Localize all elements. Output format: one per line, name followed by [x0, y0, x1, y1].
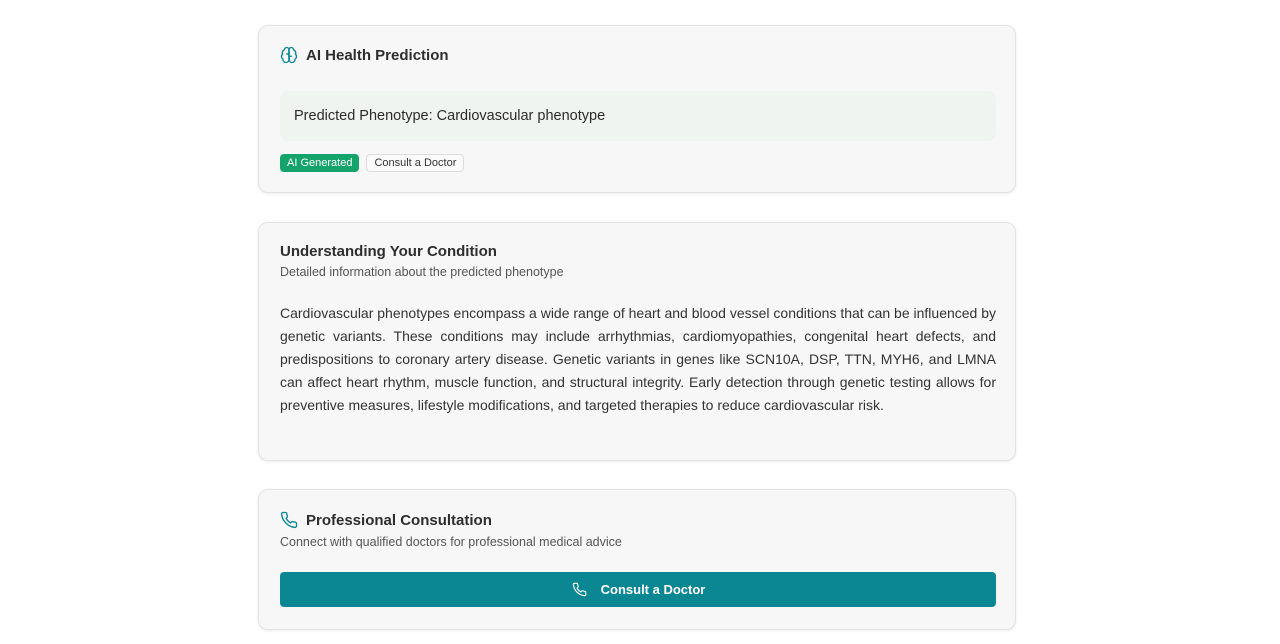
understanding-title: Understanding Your Condition — [280, 243, 497, 260]
consult-doctor-button[interactable]: Consult a Doctor — [280, 572, 996, 607]
predicted-phenotype-text: Predicted Phenotype: Cardiovascular phen… — [294, 108, 606, 124]
phone-icon — [571, 581, 589, 599]
consultation-header: Professional Consultation — [280, 511, 492, 529]
ai-prediction-card: AI Health Prediction Predicted Phenotype… — [258, 25, 1016, 193]
phone-icon — [280, 511, 298, 529]
consult-doctor-button-label: Consult a Doctor — [600, 582, 706, 597]
understanding-condition-card: Understanding Your Condition Detailed in… — [258, 222, 1016, 461]
ai-generated-badge: AI Generated — [280, 154, 360, 172]
professional-consultation-card: Professional Consultation Connect with q… — [258, 489, 1016, 630]
condition-description: Cardiovascular phenotypes encompass a wi… — [280, 305, 997, 413]
understanding-subtitle: Detailed information about the predicted… — [280, 265, 564, 279]
brain-icon — [280, 46, 298, 64]
badge-row: AI Generated Consult a Doctor — [280, 154, 465, 172]
consultation-subtitle: Connect with qualified doctors for profe… — [280, 535, 622, 549]
predicted-phenotype-box: Predicted Phenotype: Cardiovascular phen… — [280, 91, 996, 141]
ai-prediction-header: AI Health Prediction — [280, 46, 449, 64]
consult-doctor-badge: Consult a Doctor — [366, 154, 465, 172]
ai-prediction-title: AI Health Prediction — [306, 46, 449, 64]
consultation-title: Professional Consultation — [306, 511, 492, 529]
